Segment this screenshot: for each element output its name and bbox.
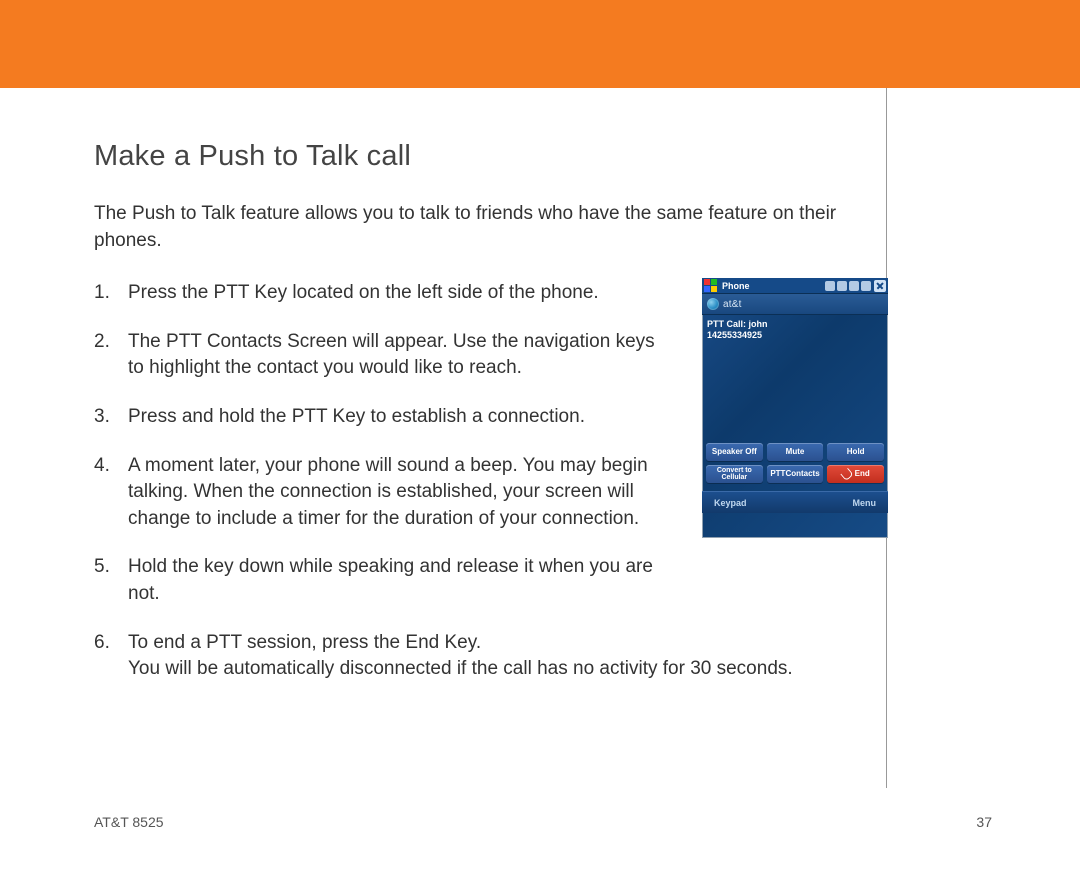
softkey-left[interactable]: Keypad [714,498,747,508]
speaker-off-button[interactable]: Speaker Off [706,443,763,461]
signal-icon [849,281,859,291]
step-item: To end a PTT session, press the End Key.… [94,630,886,683]
phone-titlebar-label: Phone [722,281,823,291]
page-footer: AT&T 8525 37 [94,814,992,830]
call-number: 14255334925 [707,330,883,341]
att-globe-icon [707,298,719,310]
call-info: PTT Call: john 14255334925 [707,319,883,341]
convert-to-cellular-button[interactable]: Convert to Cellular [706,465,763,483]
softkey-right[interactable]: Menu [853,498,877,508]
step-item: Press the PTT Key located on the left si… [94,280,668,307]
phone-softkey-bar: Keypad Menu [702,491,888,513]
status-icon [825,281,835,291]
volume-icon [861,281,871,291]
top-banner [0,0,1080,88]
footer-page-number: 37 [976,814,992,830]
intro-paragraph: The Push to Talk feature allows you to t… [94,201,886,254]
sync-icon [837,281,847,291]
phone-brand-label: at&t [723,299,742,310]
phone-hangup-icon [840,467,853,480]
end-call-button[interactable]: End [827,465,884,483]
phone-titlebar: Phone [702,278,888,294]
step-item: A moment later, your phone will sound a … [94,453,668,533]
convert-line1: Convert to [717,467,752,474]
ptt-contacts-button[interactable]: PTTContacts [767,465,824,483]
step-item: Hold the key down while speaking and rel… [94,554,668,607]
step-item: The PTT Contacts Screen will appear. Use… [94,329,668,382]
convert-line2: Cellular [721,474,747,481]
end-label: End [855,470,870,478]
hold-button[interactable]: Hold [827,443,884,461]
close-icon[interactable] [874,280,886,292]
call-label: PTT Call: john [707,319,883,330]
phone-screenshot: Phone at&t PTT Call: john 14255334925 Sp… [702,278,888,538]
page-title: Make a Push to Talk call [94,140,886,173]
mute-button[interactable]: Mute [767,443,824,461]
footer-model: AT&T 8525 [94,814,164,830]
phone-brand-bar: at&t [702,294,888,315]
phone-buttons: Speaker Off Mute Hold Convert to Cellula… [702,440,888,491]
step-item: Press and hold the PTT Key to establish … [94,404,668,431]
phone-body: PTT Call: john 14255334925 Speaker Off M… [702,315,888,491]
windows-start-icon[interactable] [704,279,718,293]
